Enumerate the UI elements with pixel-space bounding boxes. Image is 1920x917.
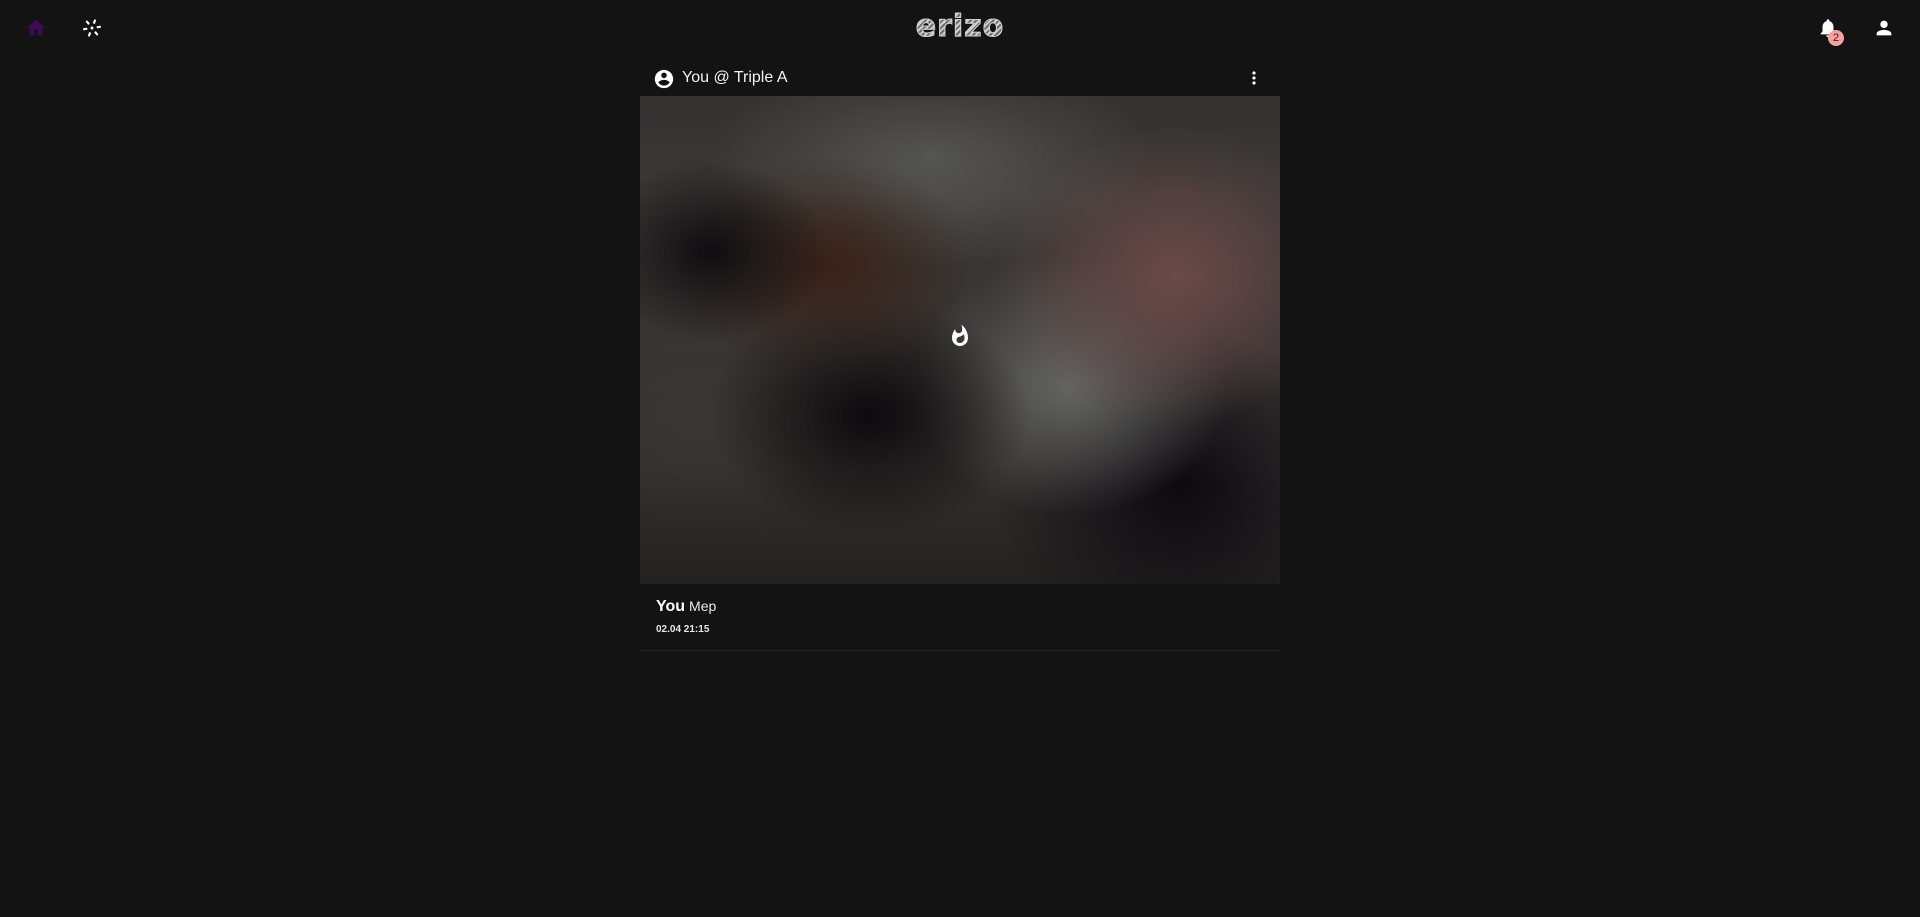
fire-icon[interactable] [948,324,972,348]
app-logo[interactable]: erizo [915,9,1005,45]
post-caption: You Mep [656,598,716,616]
post-caption-text: Mep [689,598,717,614]
post-card: You @ Triple A You Mep 02.04 21:15 [640,60,1280,651]
account-circle-icon[interactable] [653,68,675,95]
person-icon [1876,20,1892,36]
top-app-bar: erizo 2 [0,0,1920,56]
profile-button[interactable] [1866,10,1902,46]
post-title[interactable]: You @ Triple A [682,69,788,87]
post-author[interactable]: You [656,598,685,615]
home-button[interactable] [18,10,54,46]
post-media-blurred[interactable] [640,96,1280,584]
post-header: You @ Triple A [640,60,1280,96]
sparkle-explore-icon [82,19,102,37]
notification-count-badge: 2 [1828,30,1844,46]
notifications-button[interactable]: 2 [1810,10,1846,46]
home-icon [26,19,46,36]
explore-button[interactable] [74,10,110,46]
post-timestamp: 02.04 21:15 [656,624,710,635]
post-footer: You Mep 02.04 21:15 [640,584,1280,651]
more-vertical-icon [1252,71,1256,85]
post-menu-button[interactable] [1242,66,1266,90]
